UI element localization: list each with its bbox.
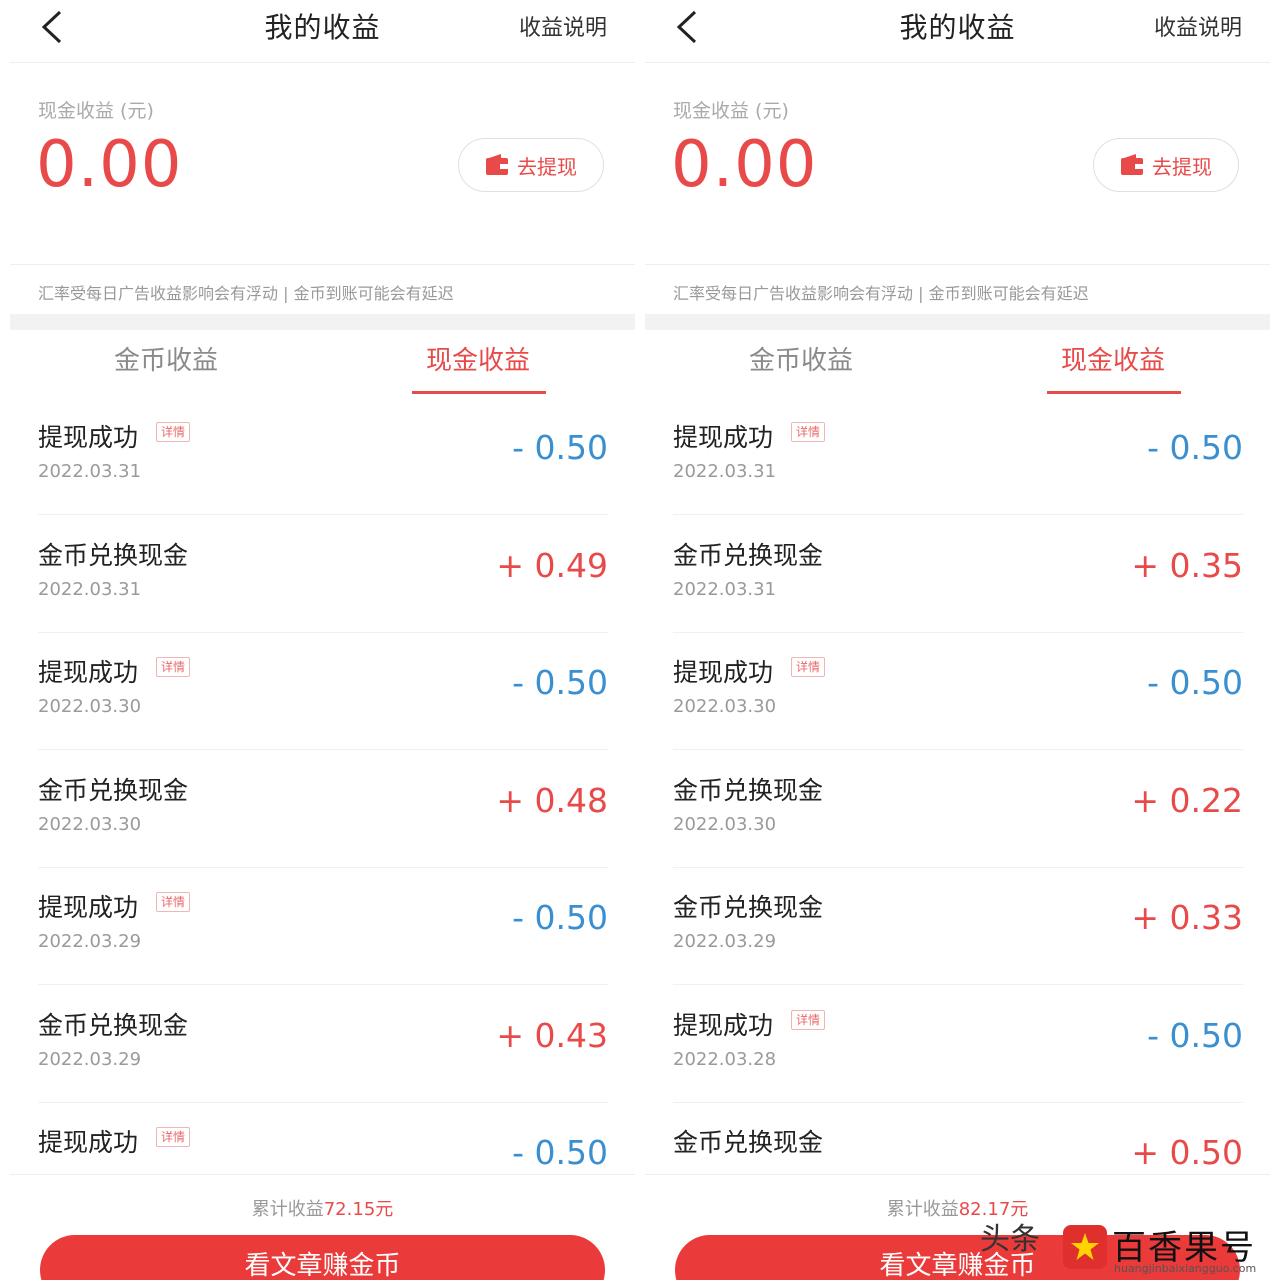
record-amount: - 0.50: [512, 898, 608, 937]
record-title: 金币兑换现金: [673, 540, 824, 570]
record-row[interactable]: 金币兑换现金 2022.03.29 + 0.43: [38, 986, 608, 1103]
cash-earnings-amount: 0.00: [671, 128, 818, 202]
record-amount: + 0.35: [1131, 545, 1243, 585]
read-articles-button[interactable]: 看文章赚金币: [40, 1235, 605, 1280]
total-label: 累计收益: [886, 1199, 959, 1220]
record-date: 2022.03.30: [38, 696, 142, 717]
record-amount: + 0.43: [496, 1015, 608, 1055]
record-title: 提现成功: [38, 893, 139, 922]
total-label: 累计收益: [251, 1199, 324, 1220]
record-amount: - 0.50: [512, 663, 608, 702]
record-title: 提现成功: [38, 423, 139, 452]
record-amount: - 0.50: [1147, 428, 1243, 467]
watermark-url: huangjinbaixiangguo.com: [1114, 1262, 1257, 1275]
record-row[interactable]: 提现成功 详情 2022.03.28 - 0.50: [673, 986, 1243, 1103]
record-date: 2022.03.29: [38, 1048, 142, 1070]
record-date: 2022.03.29: [38, 931, 142, 952]
record-row[interactable]: 金币兑换现金 2022.03.31 + 0.35: [673, 516, 1243, 633]
record-amount: - 0.50: [1147, 663, 1243, 702]
record-title: 提现成功: [673, 1010, 774, 1040]
record-title: 金币兑换现金: [673, 1128, 824, 1157]
tab-cash-earnings[interactable]: 现金收益: [1061, 340, 1165, 377]
record-amount: + 0.22: [1131, 780, 1243, 820]
app-header: 我的收益 收益说明: [645, 0, 1270, 63]
footer: 累计收益72.15元 看文章赚金币: [10, 1174, 635, 1280]
record-title: 提现成功: [38, 658, 139, 687]
section-gap: [645, 314, 1270, 330]
total-value: 72.15元: [323, 1199, 394, 1220]
record-detail-tag[interactable]: 详情: [791, 657, 826, 677]
record-detail-tag[interactable]: 详情: [156, 422, 191, 442]
record-row[interactable]: 提现成功 详情 2022.03.30 - 0.50: [673, 633, 1243, 750]
record-title: 金币兑换现金: [38, 540, 189, 570]
wallet-icon: [1121, 154, 1143, 175]
wallet-icon: [486, 154, 508, 175]
record-date: 2022.03.28: [673, 1048, 777, 1070]
app-header: 我的收益 收益说明: [10, 0, 635, 63]
record-title: 提现成功: [673, 423, 774, 452]
record-detail-tag[interactable]: 详情: [791, 422, 826, 442]
exchange-notice: 汇率受每日广告收益影响会有浮动 | 金币到账可能会有延迟: [38, 284, 454, 303]
record-title: 提现成功: [673, 658, 774, 687]
record-date: 2022.03.30: [38, 813, 142, 835]
record-amount: - 0.50: [1147, 1015, 1243, 1055]
divider: [645, 264, 1270, 265]
record-title: 金币兑换现金: [673, 775, 824, 805]
record-detail-tag[interactable]: 详情: [156, 892, 191, 912]
earnings-help-link[interactable]: 收益说明: [519, 10, 607, 42]
record-date: 2022.03.31: [38, 578, 142, 600]
withdraw-button[interactable]: 去提现: [458, 138, 604, 192]
active-tab-indicator: [412, 391, 546, 394]
record-title: 金币兑换现金: [673, 893, 824, 922]
divider: [10, 264, 635, 265]
withdraw-label: 去提现: [517, 154, 577, 179]
star-flag-icon: [1063, 1225, 1107, 1269]
record-row[interactable]: 金币兑换现金 2022.03.30 + 0.48: [38, 751, 608, 868]
withdraw-label: 去提现: [1152, 154, 1212, 179]
cash-earnings-amount: 0.00: [36, 128, 183, 202]
tab-coin-earnings[interactable]: 金币收益: [114, 340, 218, 377]
record-amount: + 0.49: [496, 545, 608, 585]
cash-earnings-label: 现金收益 (元): [38, 100, 154, 122]
earnings-screen-left: 我的收益 收益说明 现金收益 (元) 0.00 去提现 汇率受每日广告收益影响会…: [10, 0, 635, 1280]
record-amount: - 0.50: [512, 428, 608, 467]
record-detail-tag[interactable]: 详情: [791, 1009, 826, 1030]
record-amount: + 0.48: [496, 780, 608, 820]
record-row[interactable]: 金币兑换现金 2022.03.31 + 0.49: [38, 516, 608, 633]
record-row[interactable]: 金币兑换现金 2022.03.30 + 0.22: [673, 751, 1243, 868]
record-date: 2022.03.30: [673, 696, 777, 717]
record-date: 2022.03.31: [38, 461, 142, 482]
record-date: 2022.03.30: [673, 813, 777, 835]
tab-coin-earnings[interactable]: 金币收益: [749, 340, 853, 377]
record-row[interactable]: 提现成功 详情 2022.03.31 - 0.50: [673, 398, 1243, 515]
watermark-platform: 头条: [980, 1222, 1040, 1257]
record-title: 金币兑换现金: [38, 1010, 189, 1040]
record-date: 2022.03.31: [673, 461, 777, 482]
total-earnings: 累计收益72.15元: [10, 1195, 635, 1221]
record-date: 2022.03.31: [673, 578, 777, 600]
record-row[interactable]: 提现成功 详情 2022.03.31 - 0.50: [38, 398, 608, 515]
exchange-notice: 汇率受每日广告收益影响会有浮动 | 金币到账可能会有延迟: [673, 284, 1089, 303]
record-amount: + 0.33: [1131, 898, 1243, 937]
watermark: 头条 百香果号 huangjinbaixiangguo.com: [980, 1212, 1280, 1280]
record-detail-tag[interactable]: 详情: [156, 657, 191, 677]
record-row[interactable]: 提现成功 详情 2022.03.29 - 0.50: [38, 868, 608, 985]
record-row[interactable]: 金币兑换现金 2022.03.29 + 0.33: [673, 868, 1243, 985]
tab-cash-earnings[interactable]: 现金收益: [426, 340, 530, 377]
record-title: 提现成功: [38, 1128, 139, 1157]
earnings-screen-right: 我的收益 收益说明 现金收益 (元) 0.00 去提现 汇率受每日广告收益影响会…: [645, 0, 1270, 1280]
record-row[interactable]: 提现成功 详情 2022.03.30 - 0.50: [38, 633, 608, 750]
section-gap: [10, 314, 635, 330]
cash-earnings-label: 现金收益 (元): [673, 100, 789, 122]
record-amount: - 0.50: [512, 1133, 608, 1172]
record-date: 2022.03.29: [673, 931, 777, 952]
record-title: 金币兑换现金: [38, 775, 189, 805]
record-amount: + 0.50: [1131, 1133, 1243, 1172]
earnings-help-link[interactable]: 收益说明: [1154, 10, 1242, 42]
active-tab-indicator: [1047, 391, 1181, 394]
withdraw-button[interactable]: 去提现: [1093, 138, 1239, 192]
record-detail-tag[interactable]: 详情: [156, 1127, 191, 1147]
